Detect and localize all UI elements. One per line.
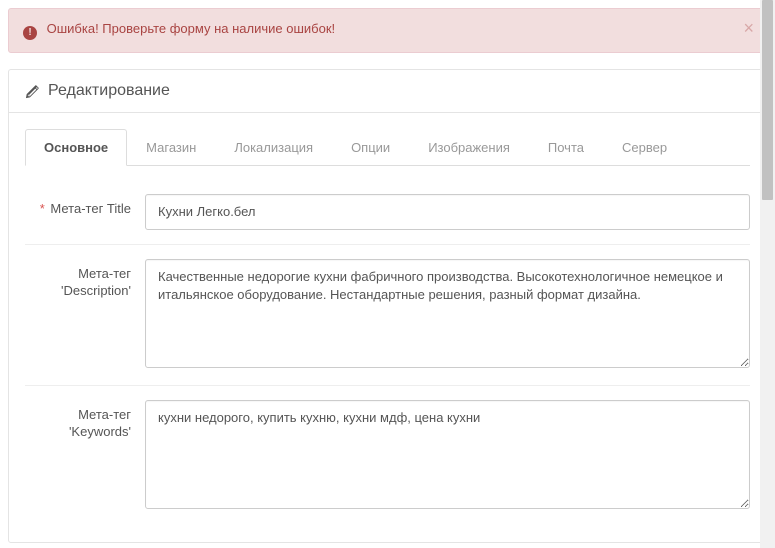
input-meta-description[interactable] [145, 259, 750, 368]
pencil-icon [25, 84, 40, 99]
tab-bar: Основное Магазин Локализация Опции Изобр… [25, 129, 750, 166]
tab-server[interactable]: Сервер [603, 129, 686, 166]
tab-localization[interactable]: Локализация [215, 129, 332, 166]
input-meta-keywords[interactable] [145, 400, 750, 509]
label-meta-description: Мета-тег 'Description' [25, 259, 145, 371]
label-meta-title: * Мета-тег Title [25, 194, 145, 230]
tab-mail[interactable]: Почта [529, 129, 603, 166]
scrollbar-track[interactable] [760, 0, 775, 548]
exclamation-icon: ! [23, 26, 37, 40]
field-meta-title: * Мета-тег Title [25, 194, 750, 244]
panel-title: Редактирование [48, 82, 170, 100]
alert-text: Ошибка! Проверьте форму на наличие ошибо… [47, 21, 336, 36]
input-meta-title[interactable] [145, 194, 750, 230]
tab-main[interactable]: Основное [25, 129, 127, 166]
scrollbar-thumb[interactable] [762, 0, 773, 200]
close-icon[interactable]: × [743, 19, 754, 37]
error-alert: ! Ошибка! Проверьте форму на наличие оши… [8, 8, 767, 53]
tab-options[interactable]: Опции [332, 129, 409, 166]
edit-panel: Редактирование Основное Магазин Локализа… [8, 69, 767, 543]
label-meta-keywords: Мета-тег 'Keywords' [25, 400, 145, 512]
panel-heading: Редактирование [9, 70, 766, 113]
field-meta-keywords: Мета-тег 'Keywords' [25, 385, 750, 526]
tab-shop[interactable]: Магазин [127, 129, 215, 166]
panel-body: Основное Магазин Локализация Опции Изобр… [9, 113, 766, 542]
field-meta-description: Мета-тег 'Description' [25, 244, 750, 385]
tab-images[interactable]: Изображения [409, 129, 529, 166]
